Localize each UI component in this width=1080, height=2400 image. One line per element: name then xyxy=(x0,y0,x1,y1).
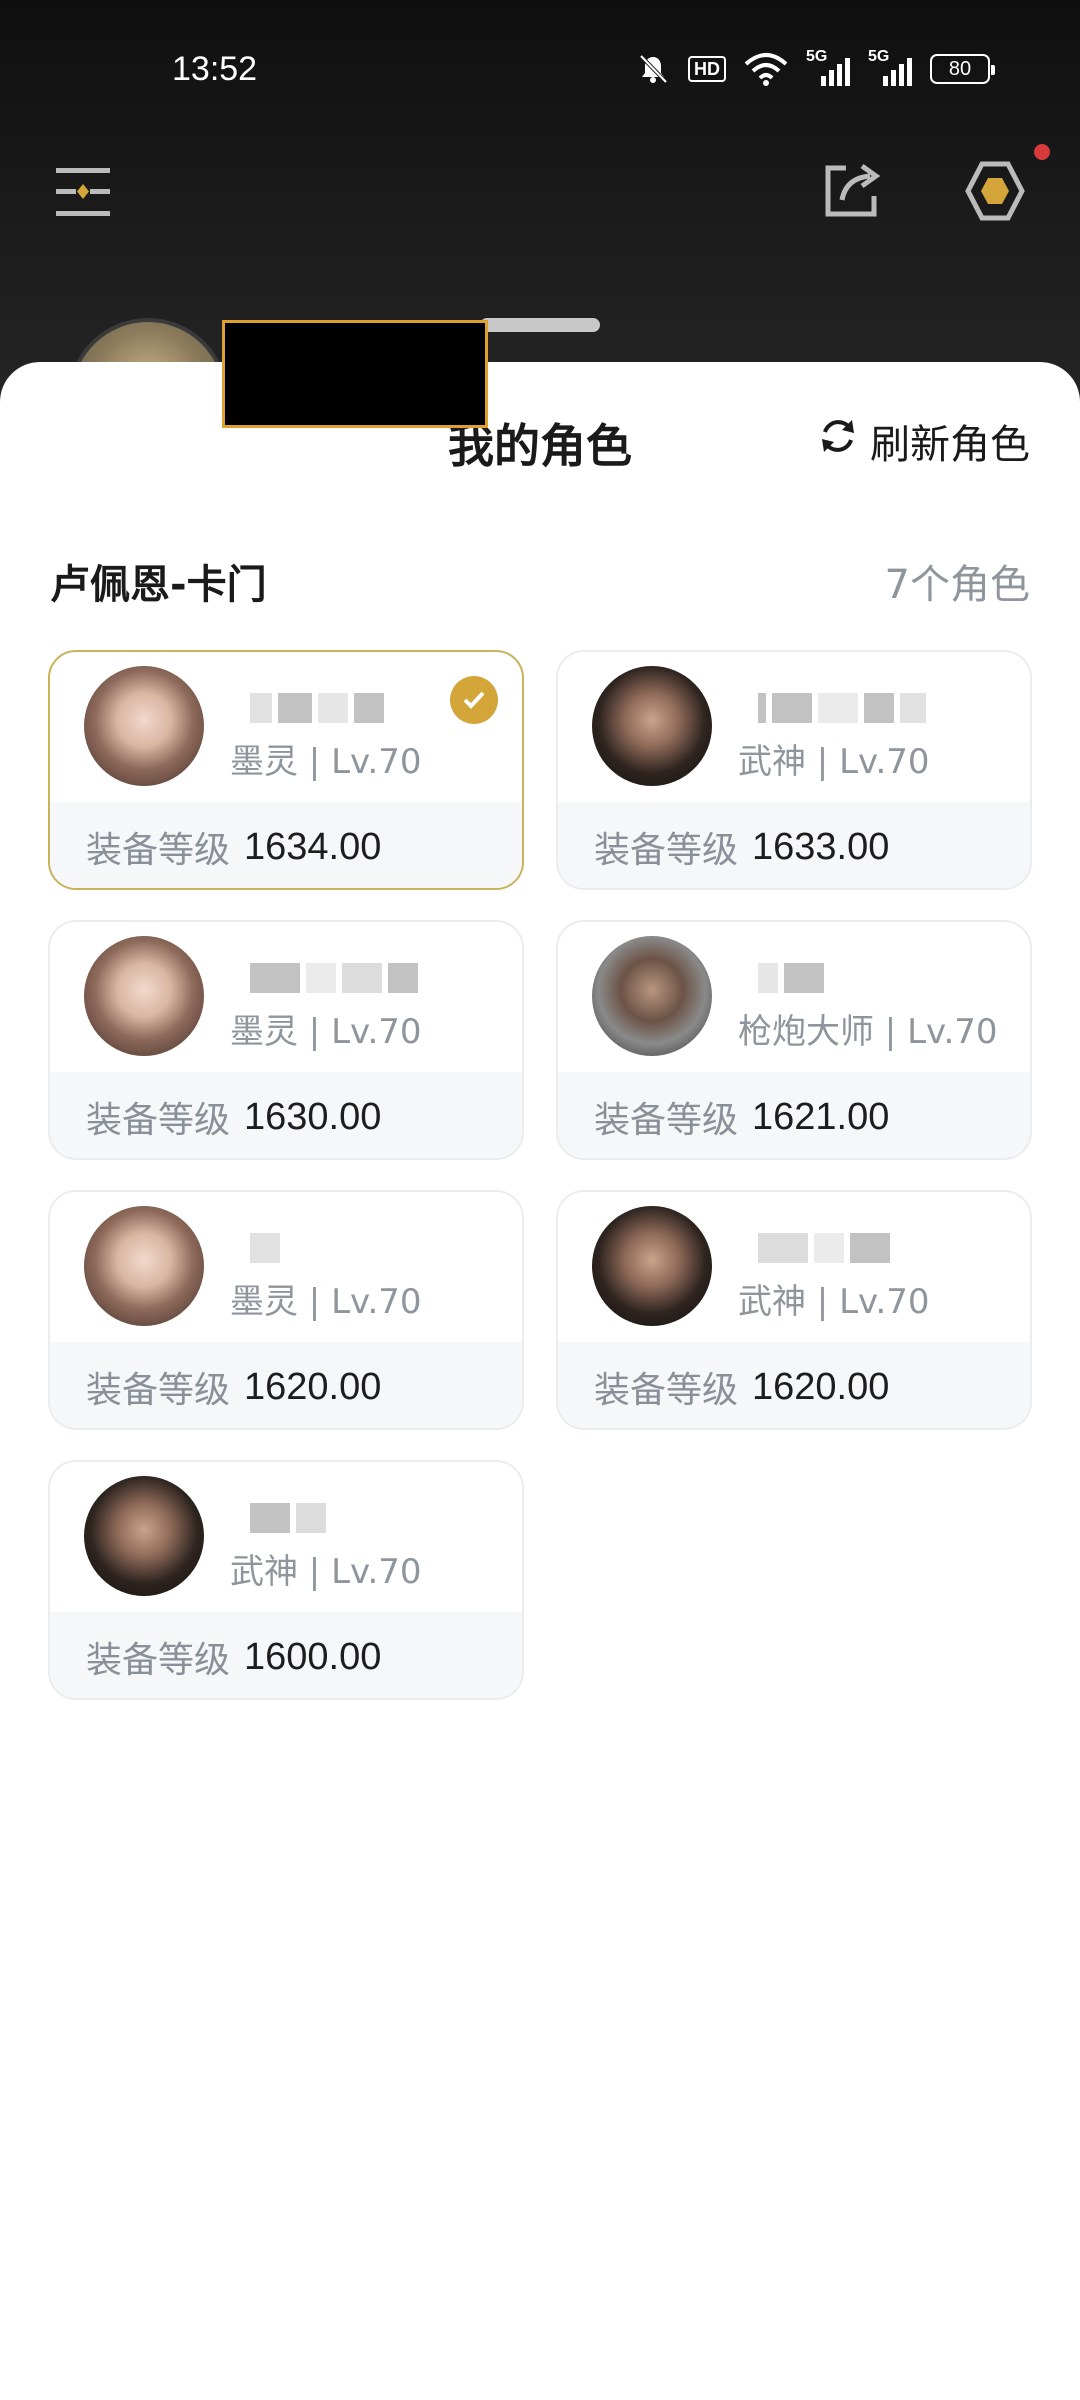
server-row: 卢佩恩-卡门 7个角色 xyxy=(50,552,1030,610)
gear-level-value: 1630.00 xyxy=(244,1095,382,1138)
character-card[interactable]: 武神 | Lv.70 装备等级 1633.00 xyxy=(556,650,1032,890)
status-icons: HD 5G 5G 80 xyxy=(636,48,995,86)
character-name-blurred xyxy=(250,958,418,998)
character-name-blurred xyxy=(758,688,926,728)
character-class-level: 墨灵 | Lv.70 xyxy=(230,1282,422,1322)
status-time: 13:52 xyxy=(172,50,258,88)
character-avatar xyxy=(84,1206,204,1326)
notification-dot xyxy=(1034,144,1050,160)
gear-level-value: 1620.00 xyxy=(752,1365,890,1408)
battery-icon: 80 xyxy=(930,54,995,84)
character-card[interactable]: 墨灵 | Lv.70 装备等级 1634.00 xyxy=(48,650,524,890)
gear-level-row: 装备等级 1634.00 xyxy=(50,802,522,888)
mute-bell-icon xyxy=(636,52,670,86)
character-name-blurred xyxy=(250,1498,326,1538)
selected-check-icon xyxy=(450,676,498,724)
share-icon[interactable] xyxy=(820,158,884,222)
character-avatar xyxy=(592,1206,712,1326)
character-avatar xyxy=(84,666,204,786)
character-card[interactable]: 墨灵 | Lv.70 装备等级 1620.00 xyxy=(48,1190,524,1430)
gear-level-label: 装备等级 xyxy=(594,1370,739,1411)
character-name-blurred xyxy=(758,1228,890,1268)
character-avatar xyxy=(592,936,712,1056)
wifi-icon xyxy=(744,52,788,86)
gear-level-value: 1600.00 xyxy=(244,1635,382,1678)
character-card[interactable]: 武神 | Lv.70 装备等级 1620.00 xyxy=(556,1190,1032,1430)
gear-level-row: 装备等级 1620.00 xyxy=(558,1342,1030,1428)
character-card[interactable]: 武神 | Lv.70 装备等级 1600.00 xyxy=(48,1460,524,1700)
gear-level-row: 装备等级 1600.00 xyxy=(50,1612,522,1698)
character-class-level: 墨灵 | Lv.70 xyxy=(230,1012,422,1052)
character-avatar xyxy=(84,1476,204,1596)
card-header: 墨灵 | Lv.70 xyxy=(50,922,522,1072)
gear-level-value: 1621.00 xyxy=(752,1095,890,1138)
character-grid: 墨灵 | Lv.70 装备等级 1634.00 武神 | Lv.70 装备等级 xyxy=(48,650,1032,1700)
server-name: 卢佩恩-卡门 xyxy=(50,562,267,608)
character-card[interactable]: 枪炮大师 | Lv.70 装备等级 1621.00 xyxy=(556,920,1032,1160)
gear-level-label: 装备等级 xyxy=(86,1640,231,1681)
refresh-label: 刷新角色 xyxy=(870,422,1030,468)
gear-level-row: 装备等级 1633.00 xyxy=(558,802,1030,888)
character-name-blurred xyxy=(250,688,384,728)
character-class-level: 墨灵 | Lv.70 xyxy=(230,742,422,782)
gear-level-label: 装备等级 xyxy=(594,1100,739,1141)
card-header: 墨灵 | Lv.70 xyxy=(50,1192,522,1342)
character-name-blurred xyxy=(250,1228,280,1268)
signal-5g-icon-2: 5G xyxy=(868,48,912,86)
role-count: 7个角色 xyxy=(884,562,1030,608)
card-header: 武神 | Lv.70 xyxy=(558,652,1030,802)
card-header: 武神 | Lv.70 xyxy=(558,1192,1030,1342)
card-header: 武神 | Lv.70 xyxy=(50,1462,522,1612)
gear-level-row: 装备等级 1621.00 xyxy=(558,1072,1030,1158)
character-avatar xyxy=(84,936,204,1056)
character-name-blurred xyxy=(758,958,824,998)
status-bar: 13:52 HD 5G 5G 80 xyxy=(0,0,1080,140)
gear-level-row: 装备等级 1630.00 xyxy=(50,1072,522,1158)
character-card[interactable]: 墨灵 | Lv.70 装备等级 1630.00 xyxy=(48,920,524,1160)
character-class-level: 枪炮大师 | Lv.70 xyxy=(738,1012,998,1052)
hd-voice-icon: HD xyxy=(688,56,726,82)
roles-sheet: 我的角色 刷新角色 卢佩恩-卡门 7个角色 墨灵 | Lv.70 装备等级 16… xyxy=(0,362,1080,2400)
settings-icon[interactable] xyxy=(962,158,1028,224)
redaction-block xyxy=(222,320,488,428)
drag-handle[interactable] xyxy=(480,318,600,332)
refresh-roles-button[interactable]: 刷新角色 xyxy=(818,412,1030,470)
gear-level-value: 1633.00 xyxy=(752,825,890,868)
card-header: 墨灵 | Lv.70 xyxy=(50,652,522,802)
gear-level-label: 装备等级 xyxy=(594,830,739,871)
gear-level-label: 装备等级 xyxy=(86,830,231,871)
character-class-level: 武神 | Lv.70 xyxy=(738,1282,930,1322)
app-header: 13:52 HD 5G 5G 80 xyxy=(0,0,1080,478)
gear-level-label: 装备等级 xyxy=(86,1100,231,1141)
card-header: 枪炮大师 | Lv.70 xyxy=(558,922,1030,1072)
gear-level-label: 装备等级 xyxy=(86,1370,231,1411)
gear-level-row: 装备等级 1620.00 xyxy=(50,1342,522,1428)
gear-level-value: 1620.00 xyxy=(244,1365,382,1408)
character-avatar xyxy=(592,666,712,786)
character-class-level: 武神 | Lv.70 xyxy=(738,742,930,782)
character-class-level: 武神 | Lv.70 xyxy=(230,1552,422,1592)
refresh-icon xyxy=(818,416,858,466)
menu-icon[interactable] xyxy=(52,162,114,222)
signal-5g-icon: 5G xyxy=(806,48,850,86)
gear-level-value: 1634.00 xyxy=(244,825,382,868)
